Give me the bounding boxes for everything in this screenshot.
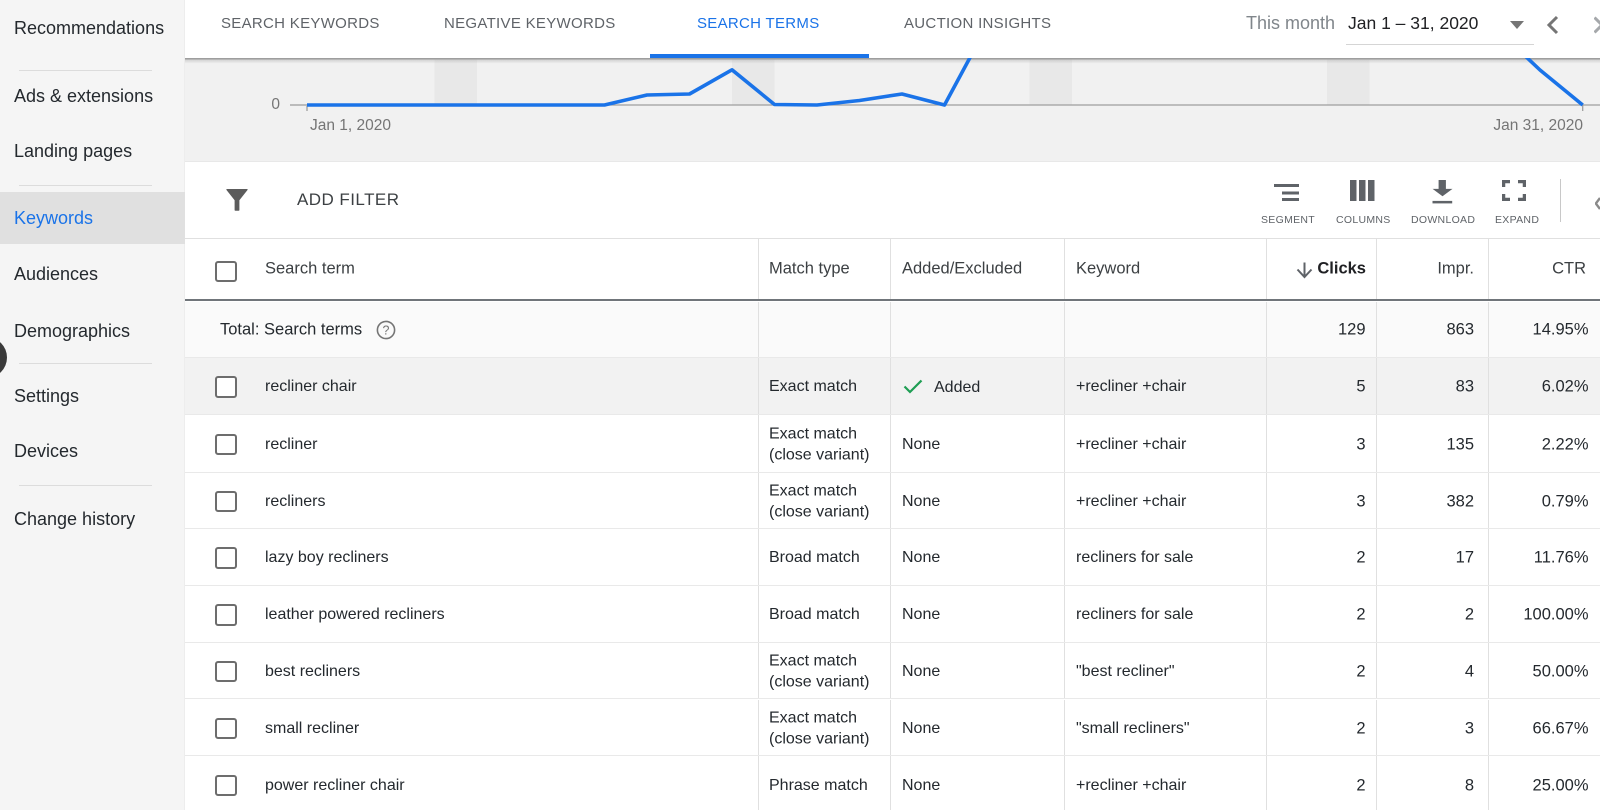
svg-text:?: ?	[383, 323, 390, 337]
